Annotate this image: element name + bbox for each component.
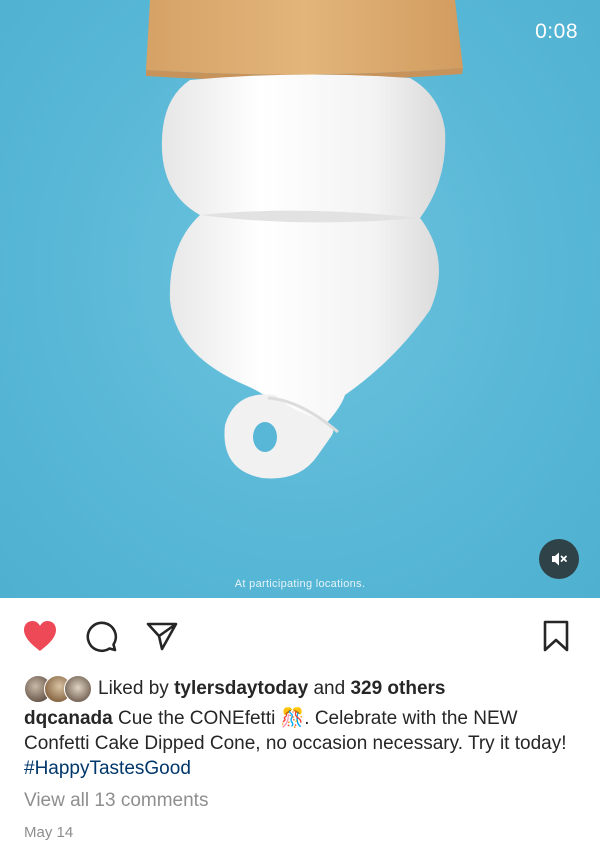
hashtag-link[interactable]: #HappyTastesGood	[24, 758, 191, 779]
comment-bubble-icon	[86, 621, 118, 653]
post-action-bar	[0, 616, 600, 656]
save-button[interactable]	[536, 616, 576, 656]
caption-text: Cue the CONEfetti	[117, 708, 276, 729]
avatar	[64, 675, 92, 703]
ice-cream-cone-illustration	[146, 0, 463, 479]
post-date: May 14	[24, 824, 74, 841]
likes-connector: and	[313, 678, 346, 699]
like-button[interactable]	[20, 616, 60, 656]
mute-button[interactable]	[539, 539, 579, 579]
liker-username-link[interactable]: tylersdaytoday	[174, 678, 308, 700]
likes-prefix: Liked by	[98, 678, 169, 699]
liker-avatars[interactable]	[24, 675, 94, 703]
view-all-comments-link[interactable]: View all 13 comments	[24, 790, 208, 812]
bookmark-icon	[543, 620, 569, 652]
paper-plane-icon	[146, 622, 178, 651]
caption-username-link[interactable]: dqcanada	[24, 708, 113, 729]
fine-print: At participating locations.	[234, 578, 366, 590]
heart-filled-icon	[24, 621, 56, 651]
share-button[interactable]	[142, 616, 182, 656]
speaker-muted-icon	[552, 552, 567, 566]
likes-count-link[interactable]: 329 others	[350, 678, 445, 700]
video-timer: 0:08	[535, 20, 578, 43]
confetti-emoji: 🎊	[280, 708, 305, 729]
comment-button[interactable]	[81, 616, 121, 656]
post-caption: dqcanada Cue the CONEfetti 🎊. Celebrate …	[24, 706, 584, 781]
post-video[interactable]: 0:08 At participating locations.	[0, 0, 600, 598]
likes-summary: Liked by tylersdaytoday and 329 others	[24, 674, 446, 704]
